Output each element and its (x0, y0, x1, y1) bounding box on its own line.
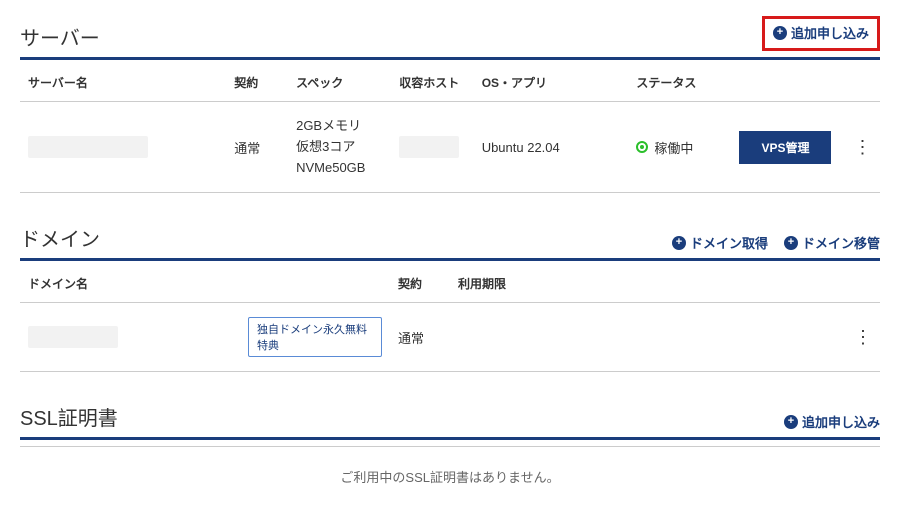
domain-free-badge: 独自ドメイン永久無料特典 (248, 317, 382, 357)
add-ssl-label: 追加申し込み (802, 412, 880, 431)
col-server-status: ステータス (628, 64, 731, 102)
domain-row: 独自ドメイン永久無料特典 通常 ⋮ (20, 303, 880, 372)
col-server-contract: 契約 (226, 64, 288, 102)
domain-header-actions: + ドメイン取得 + ドメイン移管 (672, 233, 880, 252)
highlight-add-server: + 追加申し込み (762, 16, 880, 51)
col-server-name: サーバー名 (20, 64, 226, 102)
domain-contract: 通常 (390, 303, 450, 372)
col-domain-contract: 契約 (390, 265, 450, 303)
domain-section: ドメイン + ドメイン取得 + ドメイン移管 ドメイン名 契約 利用期限 (20, 223, 880, 372)
domain-row-menu-icon[interactable]: ⋮ (854, 328, 872, 346)
col-server-os: OS・アプリ (474, 64, 629, 102)
vps-manage-button[interactable]: VPS管理 (739, 131, 831, 164)
col-server-host: 収容ホスト (391, 64, 473, 102)
domain-header: ドメイン + ドメイン取得 + ドメイン移管 (20, 223, 880, 261)
col-server-spec: スペック (288, 64, 391, 102)
domain-table: ドメイン名 契約 利用期限 独自ドメイン永久無料特典 通常 ⋮ (20, 265, 880, 372)
add-server-link[interactable]: + 追加申し込み (773, 23, 869, 42)
plus-icon: + (784, 236, 798, 250)
server-os: Ubuntu 22.04 (474, 102, 629, 193)
status-running-icon (636, 141, 648, 153)
ssl-section: SSL証明書 + 追加申し込み ご利用中のSSL証明書はありません。 (20, 402, 880, 486)
server-status: 稼働中 (636, 138, 723, 157)
plus-icon: + (784, 415, 798, 429)
server-header: サーバー + 追加申し込み (20, 16, 880, 60)
domain-transfer-label: ドメイン移管 (802, 233, 880, 252)
server-contract: 通常 (226, 102, 288, 193)
server-name-redacted (28, 136, 148, 158)
server-row: 通常 2GBメモリ 仮想3コア NVMe50GB Ubuntu 22.04 稼働… (20, 102, 880, 193)
domain-name-redacted (28, 326, 118, 348)
ssl-header-actions: + 追加申し込み (784, 412, 880, 431)
domain-get-link[interactable]: + ドメイン取得 (672, 233, 768, 252)
plus-icon: + (672, 236, 686, 250)
domain-get-label: ドメイン取得 (690, 233, 768, 252)
add-server-label: 追加申し込み (791, 23, 869, 42)
server-table: サーバー名 契約 スペック 収容ホスト OS・アプリ ステータス 通常 2GBメ… (20, 64, 880, 193)
server-title: サーバー (20, 22, 100, 51)
server-section: サーバー + 追加申し込み サーバー名 契約 スペック 収容ホスト OS・アプリ… (20, 16, 880, 193)
server-spec: 2GBメモリ 仮想3コア NVMe50GB (296, 116, 383, 178)
plus-icon: + (773, 26, 787, 40)
ssl-header: SSL証明書 + 追加申し込み (20, 402, 880, 440)
server-row-menu-icon[interactable]: ⋮ (853, 138, 872, 156)
domain-title: ドメイン (20, 223, 100, 252)
ssl-title: SSL証明書 (20, 402, 118, 431)
add-ssl-link[interactable]: + 追加申し込み (784, 412, 880, 431)
ssl-empty-message: ご利用中のSSL証明書はありません。 (20, 446, 880, 486)
domain-transfer-link[interactable]: + ドメイン移管 (784, 233, 880, 252)
server-host-redacted (399, 136, 459, 158)
col-domain-expiry: 利用期限 (450, 265, 846, 303)
server-header-actions: + 追加申し込み (768, 16, 880, 51)
col-domain-name: ドメイン名 (20, 265, 240, 303)
